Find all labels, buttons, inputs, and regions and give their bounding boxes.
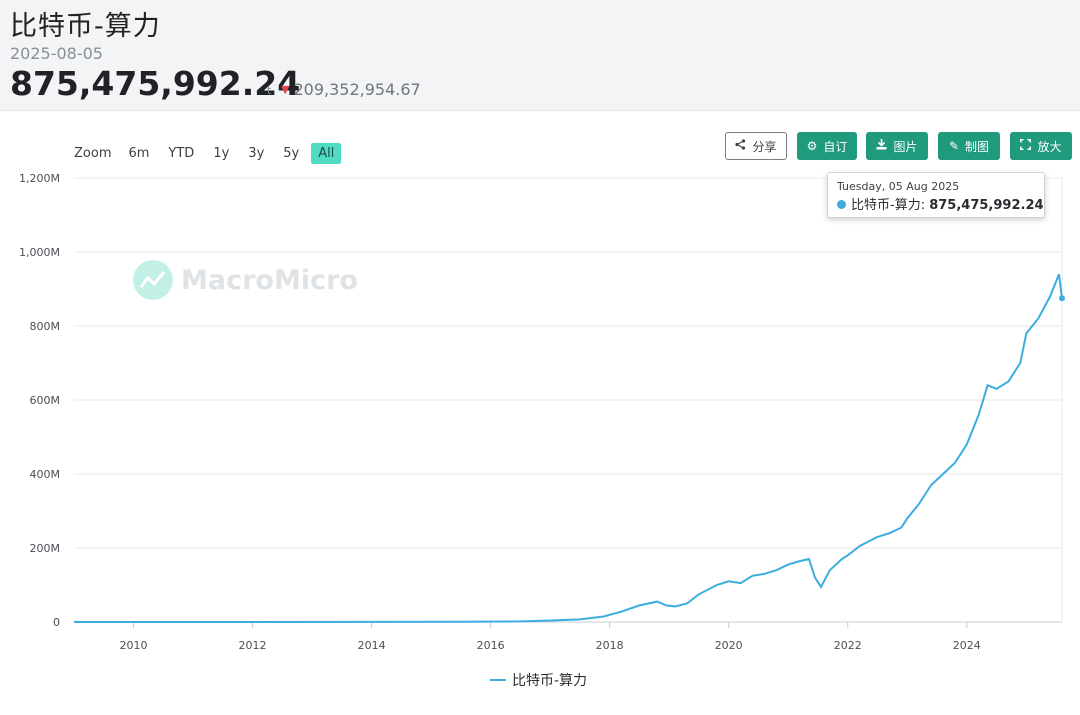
y-tick-label: 600M [30,394,61,407]
tooltip: Tuesday, 05 Aug 2025 比特币-算力: 875,475,992… [827,172,1045,218]
series-dot-icon [837,200,846,209]
y-tick-label: 200M [30,542,61,555]
legend-label: 比特币-算力 [512,673,588,689]
x-tick-label: 2022 [834,639,862,652]
y-tick-label: 1,200M [19,172,60,185]
x-tick-label: 2012 [239,639,267,652]
grid-lines [74,177,1063,623]
x-tick-label: 2018 [596,639,624,652]
legend-swatch [490,679,506,681]
tooltip-series: 比特币-算力 [851,198,921,213]
tooltip-row: 比特币-算力: 875,475,992.24 [837,194,1044,213]
x-tick-label: 2024 [953,639,981,652]
y-tick-label: 400M [30,468,61,481]
legend[interactable]: 比特币-算力 [490,670,587,690]
x-tick-label: 2014 [358,639,386,652]
hover-point [1059,295,1065,302]
x-tick-label: 2016 [477,639,505,652]
chart: 0200M400M600M800M1,000M1,200M 2010 2012 20… [19,172,1065,652]
x-tick-label: 2010 [120,639,148,652]
y-tick-label: 1,000M [19,246,60,259]
y-tick-label: 800M [30,320,61,333]
y-tick-label: 0 [53,616,60,629]
tooltip-value: 875,475,992.24 [929,198,1044,213]
x-tick-label: 2020 [715,639,743,652]
tooltip-date: Tuesday, 05 Aug 2025 [837,180,960,193]
x-axis: 2010 2012 2014 2016 2018 2020 2022 2024 [120,622,981,652]
y-axis: 0 200M 400M 600M 800M 1,000M 1,200M [19,172,60,629]
